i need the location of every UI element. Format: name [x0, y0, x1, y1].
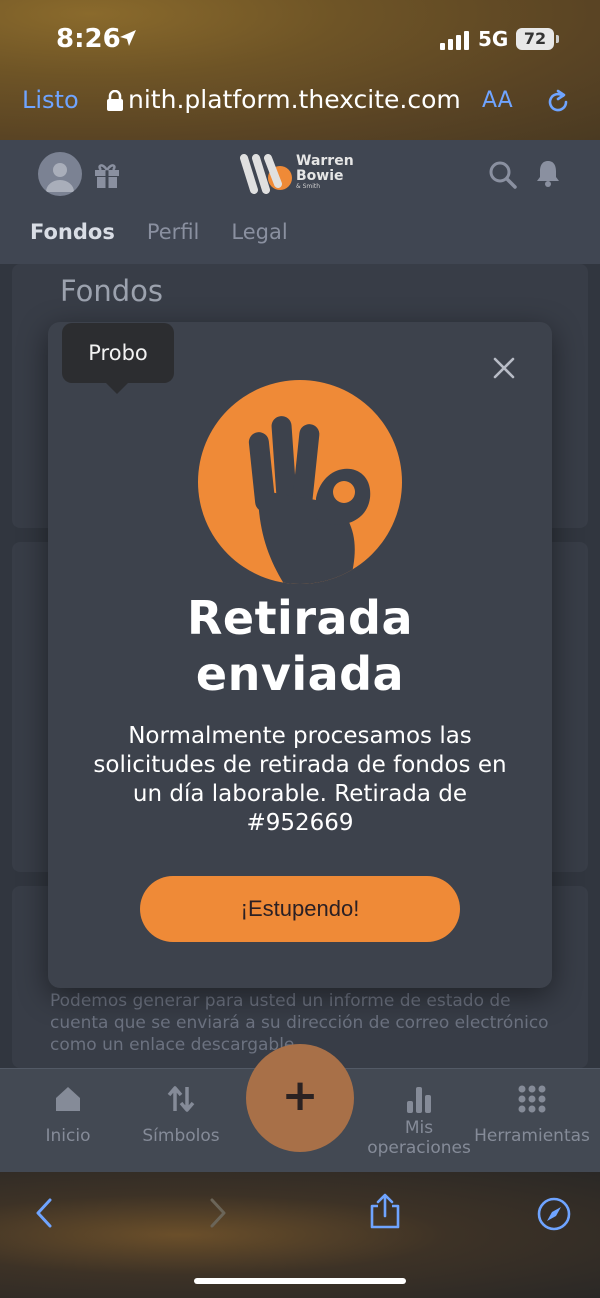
logo-line2: Bowie [296, 168, 344, 184]
status-bar: 8:26 5G 72 [0, 0, 600, 80]
location-arrow-icon [118, 28, 138, 52]
text-size-button[interactable]: AA [482, 88, 513, 113]
company-logo: Warren Bowie & Smith [240, 152, 370, 196]
home-indicator [194, 1278, 406, 1284]
tooltip-arrow [106, 383, 128, 394]
home-icon [56, 1087, 80, 1111]
share-icon[interactable] [368, 1192, 402, 1234]
status-time: 8:26 [56, 24, 121, 54]
app-header: Warren Bowie & Smith Fondos Perfil Legal [0, 140, 600, 264]
nav-label-mis-operaciones: Mis operaciones [367, 1118, 471, 1158]
battery-icon: 72 [516, 28, 554, 50]
withdrawal-success-modal: Retirada enviada Normalmente procesamos … [48, 322, 552, 988]
logo-line1: Warren [296, 153, 354, 169]
battery-tip [556, 35, 559, 43]
modal-message: Normalmente procesamos las solicitudes d… [93, 723, 507, 836]
bar-chart-icon [407, 1087, 431, 1113]
swap-icon [167, 1086, 195, 1112]
modal-title-line2: enviada [195, 647, 405, 701]
logo-line3: & Smith [296, 183, 321, 190]
done-button[interactable]: Listo [22, 86, 79, 114]
nav-item-inicio[interactable]: Inicio [30, 1083, 106, 1146]
cellular-signal-icon [440, 30, 469, 50]
confirm-button[interactable]: ¡Estupendo! [140, 876, 460, 942]
modal-title-line1: Retirada [186, 591, 414, 645]
grid-icon [518, 1085, 546, 1113]
nav-item-simbolos[interactable]: Símbolos [134, 1083, 228, 1146]
modal-title: Retirada enviada [48, 590, 552, 702]
browser-bottom-toolbar [0, 1172, 600, 1298]
forward-icon[interactable] [204, 1196, 230, 1234]
tab-perfil[interactable]: Perfil [147, 220, 200, 244]
logo-text: Warren Bowie [296, 154, 354, 184]
avatar[interactable] [38, 152, 82, 196]
gift-icon[interactable] [92, 160, 122, 194]
nav-item-herramientas[interactable]: Herramientas [472, 1083, 592, 1146]
add-button[interactable]: + [246, 1044, 354, 1152]
bell-icon[interactable] [534, 158, 562, 192]
url-text[interactable]: nith.platform.thexcite.com [128, 85, 461, 114]
tab-fondos[interactable]: Fondos [30, 220, 115, 244]
tab-legal[interactable]: Legal [231, 220, 287, 244]
tooltip: Probo [62, 323, 174, 383]
address-bar[interactable]: Listo nith.platform.thexcite.com AA [0, 80, 600, 124]
nav-label-inicio: Inicio [45, 1126, 91, 1146]
compass-icon[interactable] [536, 1196, 572, 1236]
close-icon[interactable] [492, 356, 516, 384]
lock-icon [106, 89, 124, 116]
ok-hand-icon [198, 380, 402, 584]
browser-top-chrome: 8:26 5G 72 Listo nith.platform.thexcite.… [0, 0, 600, 140]
back-icon[interactable] [32, 1196, 58, 1234]
page-title: Fondos [60, 274, 164, 308]
reload-icon[interactable] [544, 88, 572, 120]
network-type: 5G [478, 27, 509, 51]
section-tabs: Fondos Perfil Legal [30, 220, 288, 244]
search-icon[interactable] [488, 160, 518, 194]
nav-label-herramientas: Herramientas [474, 1126, 590, 1146]
nav-item-mis-operaciones[interactable]: Mis operaciones [364, 1083, 474, 1158]
nav-label-simbolos: Símbolos [142, 1126, 220, 1146]
